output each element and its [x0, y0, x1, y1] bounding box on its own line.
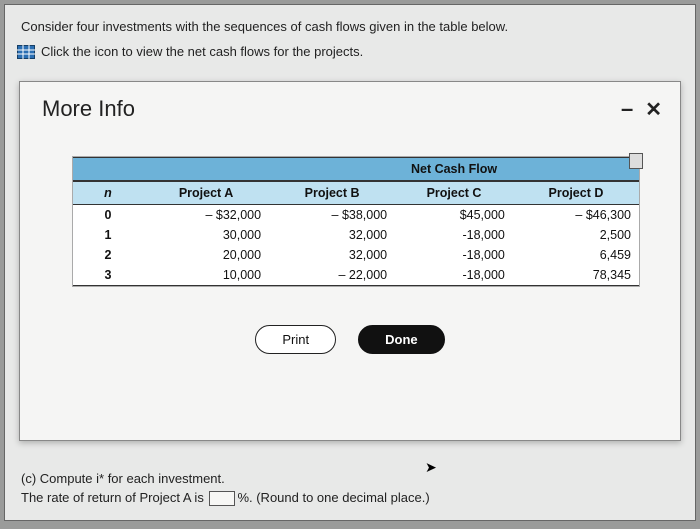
- more-info-dialog: More Info – ✕ Net Cash Flow n Project A: [19, 81, 681, 441]
- col-c: Project C: [395, 181, 513, 205]
- blank-header: [73, 158, 143, 182]
- blank-header: [143, 158, 269, 182]
- col-b: Project B: [269, 181, 395, 205]
- link-text: Click the icon to view the net cash flow…: [41, 44, 363, 59]
- table-row: 3 10,000 – 22,000 -18,000 78,345: [73, 265, 639, 286]
- done-button[interactable]: Done: [358, 325, 445, 354]
- net-cash-flow-link[interactable]: Click the icon to view the net cash flow…: [5, 40, 695, 69]
- col-d: Project D: [513, 181, 639, 205]
- dialog-title: More Info: [42, 96, 135, 122]
- minimize-icon[interactable]: –: [621, 96, 633, 122]
- question-part-c: (c) Compute i* for each investment. The …: [21, 467, 679, 510]
- table: Net Cash Flow n Project A Project B Proj…: [73, 157, 639, 286]
- table-row: 2 20,000 32,000 -18,000 6,459: [73, 245, 639, 265]
- cash-flow-table: Net Cash Flow n Project A Project B Proj…: [72, 156, 640, 287]
- table-column-header: n Project A Project B Project C Project …: [73, 181, 639, 205]
- col-n: n: [73, 181, 143, 205]
- worksheet-page: Consider four investments with the seque…: [4, 4, 696, 521]
- net-cash-flow-header: Net Cash Flow: [269, 158, 639, 182]
- dialog-controls: – ✕: [621, 96, 662, 122]
- col-a: Project A: [143, 181, 269, 205]
- dialog-buttons: Print Done: [20, 325, 680, 354]
- print-button[interactable]: Print: [255, 325, 336, 354]
- table-super-header: Net Cash Flow: [73, 158, 639, 182]
- part-c-label: (c) Compute i* for each investment.: [21, 471, 679, 486]
- copy-icon[interactable]: [629, 153, 643, 169]
- dialog-header: More Info – ✕: [20, 82, 680, 128]
- problem-statement: Consider four investments with the seque…: [5, 5, 695, 40]
- cursor-icon: ➤: [425, 459, 437, 476]
- table-row: 0 – $32,000 – $38,000 $45,000 – $46,300: [73, 205, 639, 226]
- table-row: 1 30,000 32,000 -18,000 2,500: [73, 225, 639, 245]
- answer-input[interactable]: [209, 491, 235, 506]
- close-icon[interactable]: ✕: [645, 97, 662, 122]
- rate-sentence: The rate of return of Project A is %. (R…: [21, 490, 679, 506]
- table-icon: [17, 45, 35, 59]
